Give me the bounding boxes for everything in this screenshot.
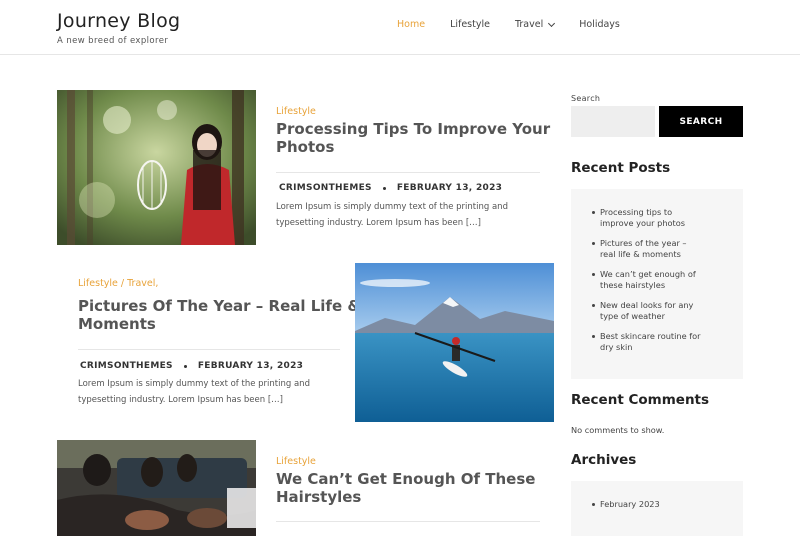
recent-post-line: Pictures of the year – [600, 238, 687, 248]
recent-post-link[interactable]: Best skincare routine for dry skin [571, 331, 711, 353]
recent-post-line: New deal looks for any [600, 300, 694, 310]
post-category[interactable]: Lifestyle / Travel, [78, 278, 158, 289]
post-title-line: Processing Tips To Improve Your [276, 120, 551, 138]
post-excerpt: Lorem Ipsum is simply dummy text of the … [276, 199, 508, 231]
recent-post-line: We can’t get enough of [600, 269, 696, 279]
archives-widget: February 2023 [571, 481, 743, 536]
recent-post-line: real life & moments [600, 249, 681, 259]
archive-link[interactable]: February 2023 [571, 499, 711, 510]
archives-title: Archives [571, 452, 637, 468]
recent-posts-widget: Processing tips to improve your photos Pi… [571, 189, 743, 379]
post-title[interactable]: We Can’t Get Enough Of These Hairstyles [276, 470, 535, 506]
post-author[interactable]: CRIMSONTHEMES [80, 361, 173, 371]
post-thumbnail-girl-birdcage[interactable] [57, 90, 256, 245]
post-category[interactable]: Lifestyle [276, 456, 316, 467]
post-title-line: Hairstyles [276, 488, 362, 506]
post-title-line: We Can’t Get Enough Of These [276, 470, 536, 488]
recent-post-line: improve your photos [600, 218, 686, 228]
recent-post-link[interactable]: New deal looks for any type of weather [571, 300, 711, 322]
divider [276, 172, 540, 173]
post-meta: CRIMSONTHEMES FEBRUARY 13, 2023 [80, 361, 303, 371]
post-title-line: Photos [276, 138, 335, 156]
search-label: Search [571, 94, 601, 103]
nav-item-home[interactable]: Home [397, 19, 425, 30]
recent-post-link[interactable]: We can’t get enough of these hairstyles [571, 269, 711, 291]
post-category[interactable]: Lifestyle [276, 106, 316, 117]
search-button[interactable]: SEARCH [659, 106, 743, 137]
recent-post-link[interactable]: Pictures of the year – real life & moment… [571, 238, 711, 260]
nav-item-holidays[interactable]: Holidays [579, 19, 620, 30]
site-title[interactable]: Journey Blog [57, 10, 180, 32]
chevron-down-icon [548, 19, 556, 27]
recent-comments-title: Recent Comments [571, 392, 710, 408]
recent-post-line: type of weather [600, 311, 665, 321]
post-title-line: Pictures Of The Year – Real Life & [78, 297, 361, 315]
post-date[interactable]: FEBRUARY 13, 2023 [397, 183, 502, 193]
recent-post-line: dry skin [600, 342, 633, 352]
site-tagline: A new breed of explorer [57, 36, 169, 46]
post-title[interactable]: Processing Tips To Improve Your Photos [276, 120, 550, 156]
post-author[interactable]: CRIMSONTHEMES [279, 183, 372, 193]
nav-item-travel-label: Travel [514, 19, 544, 30]
recent-post-link[interactable]: Processing tips to improve your photos [571, 207, 711, 229]
recent-post-line: these hairstyles [600, 280, 666, 290]
post-date[interactable]: FEBRUARY 13, 2023 [198, 361, 303, 371]
post-title[interactable]: Pictures Of The Year – Real Life & Momen… [78, 297, 360, 333]
post-thumbnail-kayak-mountains[interactable] [355, 263, 554, 422]
recent-post-line: Processing tips to [600, 207, 673, 217]
divider [78, 349, 340, 350]
divider [276, 521, 540, 522]
archives-list: February 2023 [571, 499, 743, 510]
brand: Journey Blog A new breed of explorer [57, 10, 180, 46]
site-header: Journey Blog A new breed of explorer Hom… [0, 0, 800, 55]
excerpt-line: typesetting industry. Lorem Ipsum has be… [276, 218, 481, 228]
separator-dot-icon [183, 364, 187, 368]
excerpt-line: Lorem Ipsum is simply dummy text of the … [276, 202, 508, 212]
recent-posts-title: Recent Posts [571, 160, 671, 176]
post-title-line: Moments [78, 315, 156, 333]
recent-posts-list: Processing tips to improve your photos Pi… [571, 207, 743, 353]
separator-dot-icon [382, 186, 386, 190]
search-input[interactable] [571, 106, 655, 137]
no-comments-text: No comments to show. [571, 425, 665, 435]
post-thumbnail-friends-car[interactable] [57, 440, 256, 536]
post-excerpt: Lorem Ipsum is simply dummy text of the … [78, 376, 310, 408]
nav-item-travel[interactable]: Travel [514, 19, 556, 30]
excerpt-line: typesetting industry. Lorem Ipsum has be… [78, 395, 283, 405]
recent-post-line: Best skincare routine for [600, 331, 701, 341]
nav-item-lifestyle[interactable]: Lifestyle [450, 19, 490, 30]
excerpt-line: Lorem Ipsum is simply dummy text of the … [78, 379, 310, 389]
post-meta: CRIMSONTHEMES FEBRUARY 13, 2023 [279, 183, 502, 193]
main-nav: Home Lifestyle Travel Holidays [397, 19, 645, 30]
